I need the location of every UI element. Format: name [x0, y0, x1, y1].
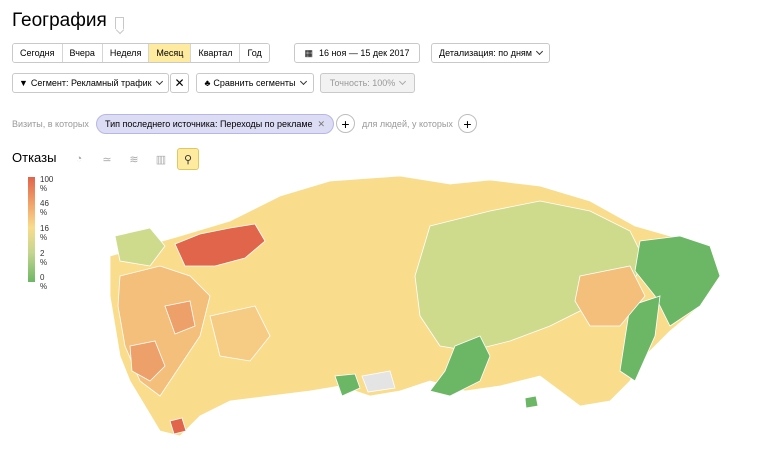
date-range-label: 16 ноя — 15 дек 2017	[318, 48, 410, 58]
legend-tick: 0 %	[40, 273, 48, 291]
bookmark-icon[interactable]	[114, 16, 124, 29]
period-week[interactable]: Неделя	[102, 44, 150, 62]
detail-label: Детализация: по дням	[439, 48, 532, 58]
map-region	[334, 373, 361, 397]
area-icon: ≋	[129, 153, 139, 166]
accuracy-dropdown[interactable]: Точность: 100%	[320, 73, 415, 93]
metric-title: Отказы	[12, 150, 57, 165]
add-people-condition-button[interactable]: +	[458, 114, 477, 133]
pie-icon: ◔	[75, 153, 83, 165]
compare-label: Сравнить сегменты	[213, 78, 296, 88]
line-icon: ≃	[102, 153, 112, 166]
chevron-down-icon	[299, 77, 307, 86]
close-icon[interactable]: ✕	[318, 119, 326, 130]
chevron-down-icon	[155, 77, 163, 86]
segment-dropdown[interactable]: ▼ Сегмент: Рекламный трафик	[12, 73, 169, 93]
period-year[interactable]: Год	[240, 44, 269, 62]
legend-tick: 16 %	[40, 224, 49, 242]
chevron-down-icon	[535, 47, 544, 56]
calendar-icon: ▦	[304, 47, 313, 58]
page-title-text: География	[12, 10, 107, 31]
add-visit-condition-button[interactable]: +	[336, 114, 355, 133]
close-icon: ✕	[174, 76, 185, 90]
legend-tick: 2 %	[40, 249, 48, 267]
detail-dropdown[interactable]: Детализация: по дням	[431, 43, 550, 63]
color-legend: 100 % 46 % 16 % 2 % 0 %	[28, 175, 53, 291]
bar-icon: ▥	[155, 153, 167, 166]
accuracy-label: Точность: 100%	[329, 78, 396, 88]
funnel-icon: ▼	[19, 78, 28, 88]
period-today[interactable]: Сегодня	[13, 44, 63, 62]
period-month[interactable]: Месяц	[149, 44, 192, 62]
visits-label: Визиты, в которых	[12, 119, 89, 129]
legend-tick: 46 %	[40, 199, 49, 217]
clear-segment-button[interactable]: ✕	[170, 73, 189, 93]
segment-label: Сегмент: Рекламный трафик	[30, 78, 152, 88]
compare-icon: ♣	[204, 78, 211, 88]
map-region	[524, 395, 539, 409]
date-range-button[interactable]: ▦ 16 ноя — 15 дек 2017	[294, 43, 420, 63]
filter-chip[interactable]: Тип последнего источника: Переходы по ре…	[96, 114, 335, 134]
period-yesterday[interactable]: Вчера	[62, 44, 103, 62]
compare-segments-button[interactable]: ♣ Сравнить сегменты	[196, 73, 314, 93]
russia-map	[109, 175, 721, 437]
map-pin-icon: ⚲	[183, 153, 193, 166]
period-quarter[interactable]: Квартал	[191, 44, 241, 62]
page-title: География	[12, 10, 124, 32]
plus-icon: +	[463, 115, 472, 132]
chevron-down-icon	[399, 77, 407, 86]
period-selector: Сегодня Вчера Неделя Месяц Квартал Год	[12, 43, 270, 63]
legend-tick: 100 %	[40, 175, 54, 193]
plus-icon: +	[341, 115, 350, 132]
legend-gradient	[28, 177, 35, 282]
filter-chip-label: Тип последнего источника: Переходы по ре…	[105, 119, 313, 129]
people-label: для людей, у которых	[362, 119, 453, 129]
